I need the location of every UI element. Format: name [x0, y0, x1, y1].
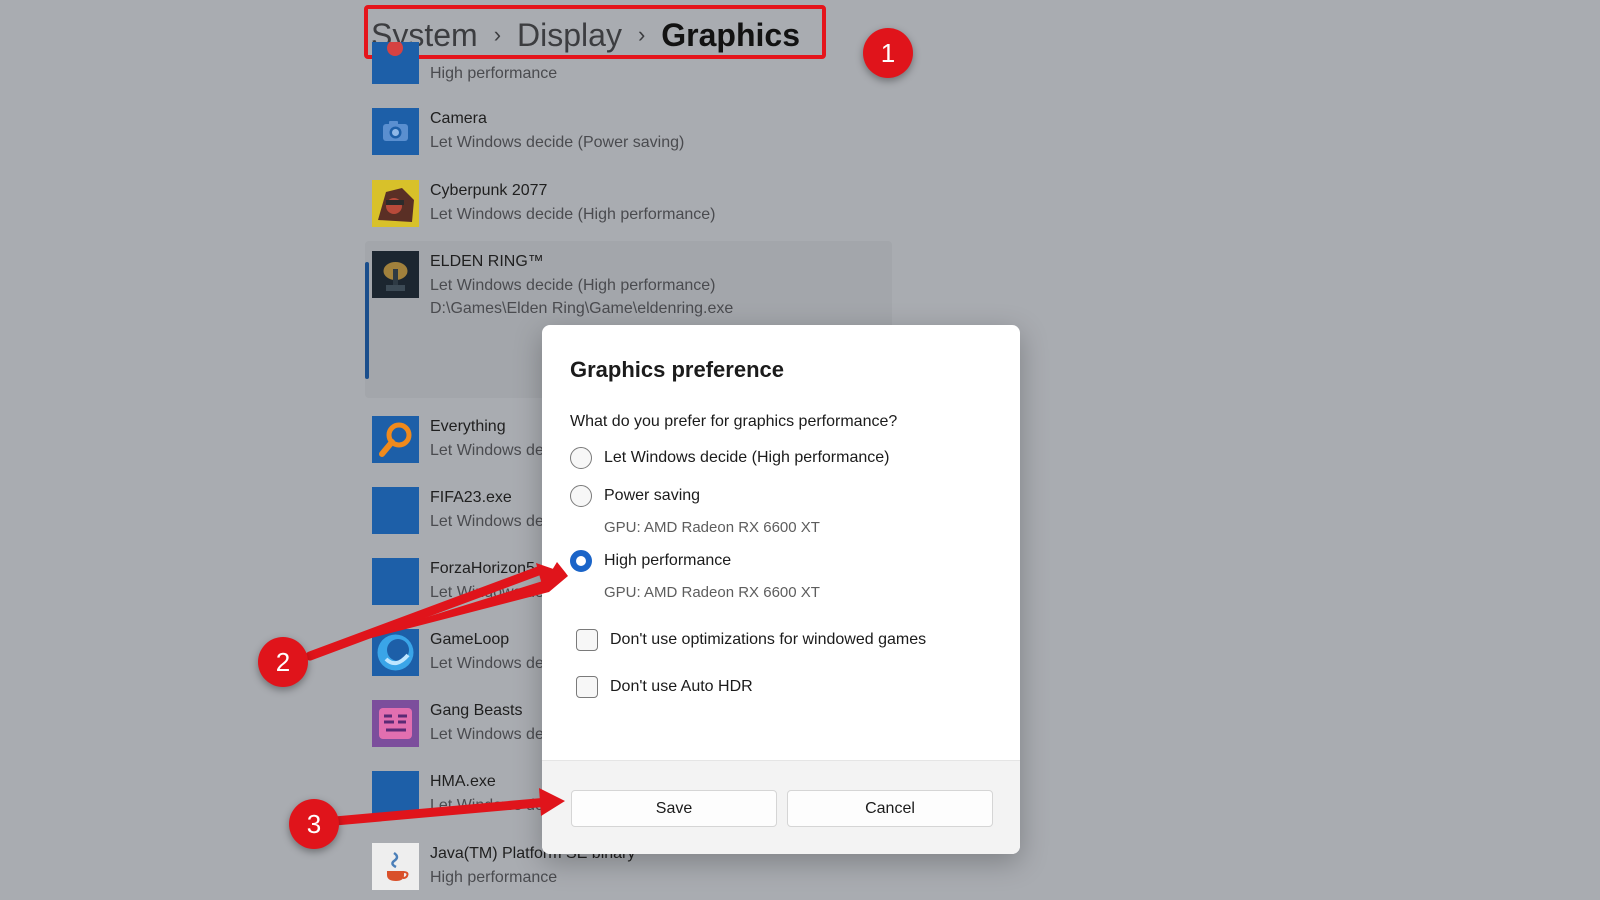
radio-power-saving[interactable]: Power saving	[570, 485, 700, 507]
elden-ring-icon	[372, 251, 419, 298]
checkbox[interactable]	[576, 629, 598, 651]
app-list-item[interactable]: Cyberpunk 2077 Let Windows decide (High …	[365, 180, 895, 240]
app-name: Everything	[430, 418, 506, 435]
app-name: ELDEN RING™	[430, 253, 544, 270]
dialog-title: Graphics preference	[570, 357, 784, 382]
app-list-item[interactable]: High performance	[365, 42, 895, 88]
gameloop-icon	[372, 629, 419, 676]
app-icon	[372, 42, 419, 84]
app-status: High performance	[430, 869, 558, 886]
dialog-question: What do you prefer for graphics performa…	[570, 413, 898, 430]
checkbox-label: Don't use optimizations for windowed gam…	[610, 631, 927, 648]
app-status: Let Windows de	[430, 797, 544, 814]
annotation-badge-3: 3	[289, 799, 339, 849]
gang-beasts-icon	[372, 700, 419, 747]
app-status: Let Windows decide (Power saving)	[430, 134, 685, 151]
radio-label: Power saving	[604, 487, 701, 504]
save-button[interactable]: Save	[571, 790, 777, 827]
blank-app-icon	[372, 771, 419, 818]
radio-label: Let Windows decide (High performance)	[604, 449, 890, 466]
dialog-footer: Save Cancel	[542, 760, 1020, 854]
checkbox-auto-hdr[interactable]: Don't use Auto HDR	[576, 676, 753, 698]
app-status: Let Windows de	[430, 655, 544, 672]
app-list-item-selected[interactable]: ELDEN RING™ Let Windows decide (High per…	[365, 251, 895, 331]
radio-high-performance[interactable]: High performance	[570, 550, 731, 572]
radio-button[interactable]	[570, 485, 592, 507]
annotation-badge-1: 1	[863, 28, 913, 78]
magnifier-icon	[372, 416, 419, 463]
checkbox-windowed-optimizations[interactable]: Don't use optimizations for windowed gam…	[576, 629, 926, 651]
app-path: D:\Games\Elden Ring\Game\eldenring.exe	[430, 300, 734, 317]
app-name: GameLoop	[430, 631, 510, 648]
app-name: HMA.exe	[430, 773, 496, 790]
blank-app-icon	[372, 487, 419, 534]
app-name: ForzaHorizon5	[430, 560, 535, 577]
app-name: FIFA23.exe	[430, 489, 512, 506]
app-status: Let Windows de	[430, 726, 544, 743]
radio-let-windows-decide[interactable]: Let Windows decide (High performance)	[570, 447, 889, 469]
app-name: Camera	[430, 110, 487, 127]
app-status: High performance	[430, 65, 558, 82]
gpu-label: GPU: AMD Radeon RX 6600 XT	[604, 519, 820, 536]
cancel-button[interactable]: Cancel	[787, 790, 993, 827]
annotation-badge-2: 2	[258, 637, 308, 687]
app-status: Let Windows decide (High performance)	[430, 277, 716, 294]
blank-app-icon	[372, 558, 419, 605]
app-name: Cyberpunk 2077	[430, 182, 548, 199]
app-list-item[interactable]: Camera Let Windows decide (Power saving)	[365, 108, 895, 168]
radio-label: High performance	[604, 552, 732, 569]
radio-button[interactable]	[570, 447, 592, 469]
gpu-label: GPU: AMD Radeon RX 6600 XT	[604, 584, 820, 601]
radio-button-selected[interactable]	[570, 550, 592, 572]
java-icon	[372, 843, 419, 890]
app-status: Let Windows decide (High performance)	[430, 206, 716, 223]
app-status: Let Windows de	[430, 584, 544, 601]
graphics-preference-dialog: Graphics preference What do you prefer f…	[542, 325, 1020, 854]
cyberpunk-icon	[372, 180, 419, 227]
checkbox[interactable]	[576, 676, 598, 698]
app-status: Let Windows de	[430, 442, 544, 459]
checkbox-label: Don't use Auto HDR	[610, 678, 753, 695]
app-name: Gang Beasts	[430, 702, 523, 719]
camera-icon	[372, 108, 419, 155]
app-status: Let Windows de	[430, 513, 544, 530]
